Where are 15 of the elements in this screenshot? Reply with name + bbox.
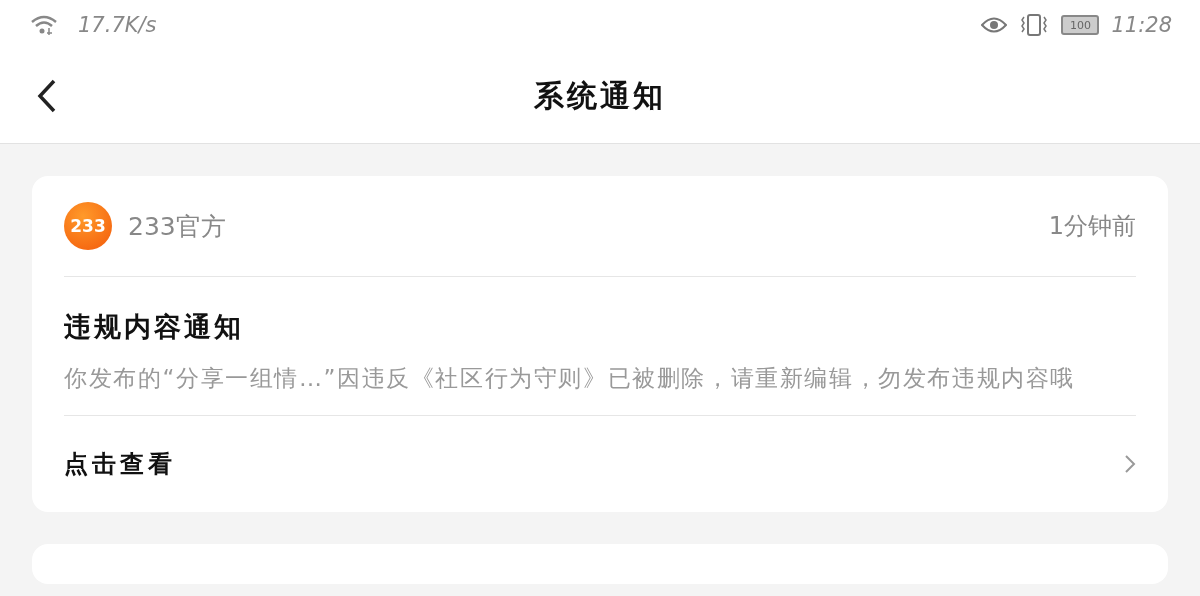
notification-title: 违规内容通知 (64, 310, 245, 344)
network-speed: 17.7K/s (78, 13, 157, 37)
wifi-icon (30, 14, 58, 36)
clock-time: 11:28 (1111, 13, 1172, 37)
avatar-logo: 233 (64, 202, 112, 250)
chevron-right-icon (1124, 454, 1136, 474)
vibrate-icon (1019, 14, 1050, 36)
sender-name: 233官方 (128, 210, 227, 243)
notification-time: 1分钟前 (1048, 211, 1136, 242)
view-details-link[interactable]: 点击查看 (64, 416, 1136, 512)
battery-icon: 100 (1061, 15, 1100, 35)
notification-message: 你发布的“分享一组情…”因违反《社区行为守则》已被删除，请重新编辑，勿发布违规内容哦 (64, 364, 1077, 393)
back-icon[interactable] (36, 79, 58, 113)
page-title: 系统通知 (534, 77, 666, 115)
eye-icon (981, 16, 1008, 34)
